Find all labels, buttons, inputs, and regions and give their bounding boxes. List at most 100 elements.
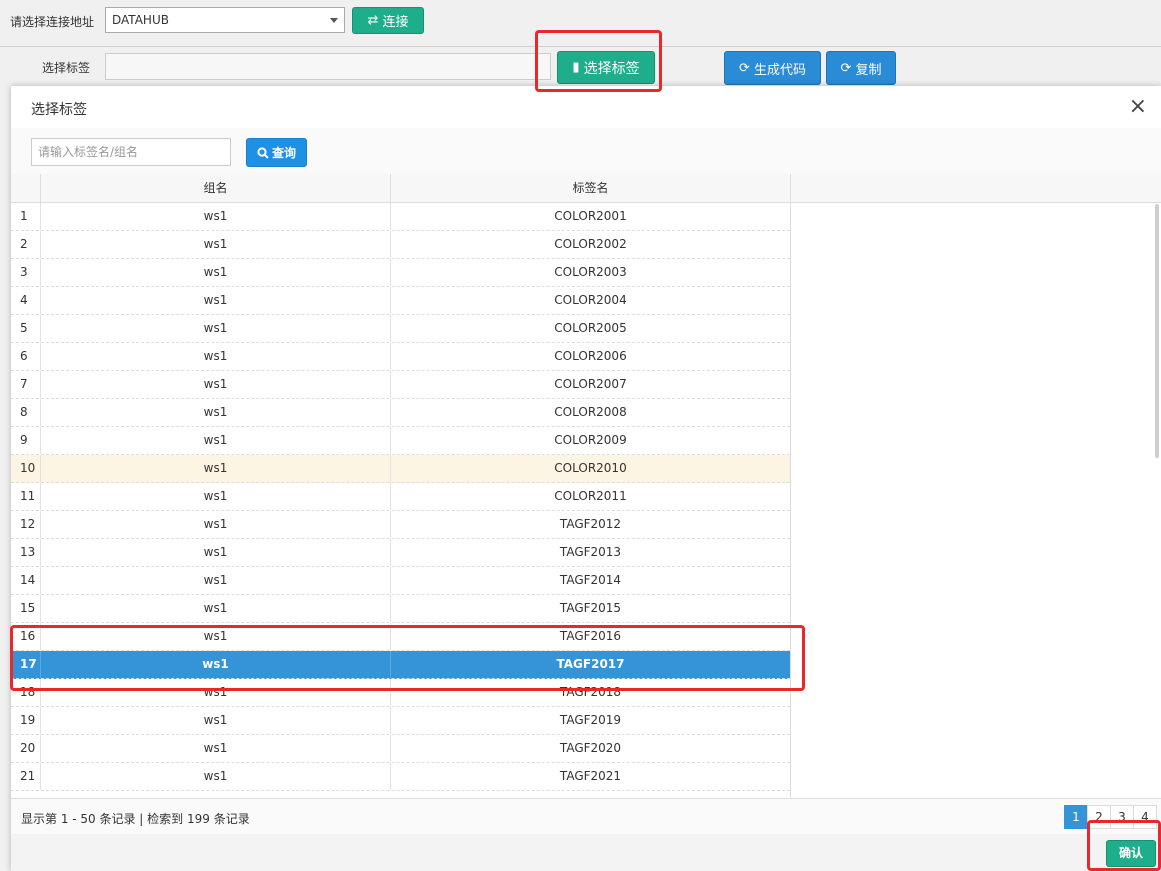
row-tag: COLOR2007 <box>554 377 627 391</box>
search-button[interactable]: 查询 <box>246 138 307 167</box>
table-row[interactable]: 10 ws1 COLOR2010 <box>11 455 790 483</box>
row-tag: TAGF2015 <box>559 601 622 615</box>
refresh-icon: ⟳ <box>739 60 750 76</box>
row-tag: COLOR2011 <box>554 489 627 503</box>
header-index <box>11 174 41 202</box>
row-tag: COLOR2005 <box>554 321 627 335</box>
swap-icon: ⇄ <box>367 13 379 28</box>
table-row[interactable]: 13 ws1 TAGF2013 <box>11 539 790 567</box>
addr-select[interactable]: DATAHUB <box>105 7 345 33</box>
copy-button[interactable]: ⟳ 复制 <box>826 51 896 85</box>
row-tag: COLOR2001 <box>554 209 627 223</box>
header-filler <box>790 174 1161 203</box>
row-group: ws1 <box>41 371 391 398</box>
table-row[interactable]: 2 ws1 COLOR2002 <box>11 231 790 259</box>
row-index: 4 <box>11 287 41 314</box>
connect-button-label: 连接 <box>382 15 409 30</box>
dialog-header: 选择标签 × <box>11 86 1161 129</box>
row-index: 3 <box>11 259 41 286</box>
row-index: 12 <box>11 511 41 538</box>
table-row[interactable]: 9 ws1 COLOR2009 <box>11 427 790 455</box>
search-input[interactable]: 请输入标签名/组名 <box>31 138 231 166</box>
generate-code-button-label: 生成代码 <box>753 62 806 78</box>
row-tag: TAGF2012 <box>559 517 622 531</box>
row-index: 9 <box>11 427 41 454</box>
close-icon[interactable]: × <box>1129 94 1147 120</box>
search-bar: 请输入标签名/组名 查询 <box>11 128 1161 175</box>
select-tag-dialog: 选择标签 × 请输入标签名/组名 查询 组名 标签名 1 ws1 COLOR2001… <box>11 86 1161 871</box>
row-tag: TAGF2019 <box>559 713 622 727</box>
row-tag: TAGF2013 <box>559 545 622 559</box>
table-footer: 显示第 1 - 50 条记录 | 检索到 199 条记录 1234 <box>11 798 1161 835</box>
row-tag: TAGF2021 <box>559 769 622 783</box>
row-index: 11 <box>11 483 41 510</box>
row-group: ws1 <box>41 231 391 258</box>
row-group: ws1 <box>41 763 391 790</box>
row-group: ws1 <box>41 735 391 762</box>
addr-select-value: DATAHUB <box>112 13 169 27</box>
copy-button-label: 复制 <box>855 62 882 78</box>
row-index: 6 <box>11 343 41 370</box>
table-row[interactable]: 3 ws1 COLOR2003 <box>11 259 790 287</box>
row-tag: COLOR2003 <box>554 265 627 279</box>
table-row[interactable]: 5 ws1 COLOR2005 <box>11 315 790 343</box>
table-row[interactable]: 1 ws1 COLOR2001 <box>11 203 790 231</box>
page-button-1[interactable]: 1 <box>1064 805 1088 829</box>
row-group: ws1 <box>41 567 391 594</box>
table-row[interactable]: 21 ws1 TAGF2021 <box>11 763 790 791</box>
table-row[interactable]: 14 ws1 TAGF2014 <box>11 567 790 595</box>
row-group: ws1 <box>41 483 391 510</box>
annotation-box-select-tag <box>535 30 662 92</box>
row-tag: COLOR2002 <box>554 237 627 251</box>
connect-button[interactable]: ⇄ 连接 <box>352 7 424 34</box>
row-group: ws1 <box>41 203 391 230</box>
row-index: 15 <box>11 595 41 622</box>
row-group: ws1 <box>41 539 391 566</box>
table-row[interactable]: 19 ws1 TAGF2019 <box>11 707 790 735</box>
row-group: ws1 <box>41 511 391 538</box>
table-row[interactable]: 12 ws1 TAGF2012 <box>11 511 790 539</box>
row-index: 2 <box>11 231 41 258</box>
row-index: 19 <box>11 707 41 734</box>
tag-table: 组名 标签名 1 ws1 COLOR2001 2 ws1 COLOR2002 3 ws1 COL… <box>11 174 1161 798</box>
row-tag: COLOR2004 <box>554 293 627 307</box>
search-icon <box>257 146 269 159</box>
row-group: ws1 <box>41 707 391 734</box>
scrollbar[interactable] <box>1155 204 1159 458</box>
annotation-box-confirm <box>1087 820 1161 871</box>
row-group: ws1 <box>41 259 391 286</box>
row-tag: TAGF2014 <box>559 573 622 587</box>
table-row[interactable]: 6 ws1 COLOR2006 <box>11 343 790 371</box>
generate-code-button[interactable]: ⟳ 生成代码 <box>724 51 821 85</box>
row-index: 13 <box>11 539 41 566</box>
table-row[interactable]: 20 ws1 TAGF2020 <box>11 735 790 763</box>
table-row[interactable]: 15 ws1 TAGF2015 <box>11 595 790 623</box>
tag-input[interactable] <box>105 53 551 80</box>
chevron-down-icon <box>330 18 338 23</box>
row-index: 8 <box>11 399 41 426</box>
row-tag: TAGF2020 <box>559 741 622 755</box>
row-tag: COLOR2010 <box>554 461 627 475</box>
table-row[interactable]: 8 ws1 COLOR2008 <box>11 399 790 427</box>
row-group: ws1 <box>41 315 391 342</box>
table-row[interactable]: 4 ws1 COLOR2004 <box>11 287 790 315</box>
dialog-title: 选择标签 <box>31 102 87 118</box>
row-group: ws1 <box>41 455 391 482</box>
row-group: ws1 <box>41 427 391 454</box>
annotation-box-rows <box>10 625 805 691</box>
row-index: 20 <box>11 735 41 762</box>
table-row[interactable]: 11 ws1 COLOR2011 <box>11 483 790 511</box>
row-index: 10 <box>11 455 41 482</box>
row-index: 5 <box>11 315 41 342</box>
dialog-footer: 确认 <box>11 834 1161 871</box>
row-group: ws1 <box>41 343 391 370</box>
header-group[interactable]: 组名 <box>41 174 391 202</box>
row-index: 7 <box>11 371 41 398</box>
table-body: 1 ws1 COLOR2001 2 ws1 COLOR2002 3 ws1 COLOR2003 4… <box>11 203 791 798</box>
table-header: 组名 标签名 <box>11 174 1161 203</box>
addr-label: 请选择连接地址 <box>10 15 95 29</box>
table-row[interactable]: 7 ws1 COLOR2007 <box>11 371 790 399</box>
row-tag: COLOR2009 <box>554 433 627 447</box>
row-group: ws1 <box>41 595 391 622</box>
header-tag[interactable]: 标签名 <box>391 174 791 202</box>
